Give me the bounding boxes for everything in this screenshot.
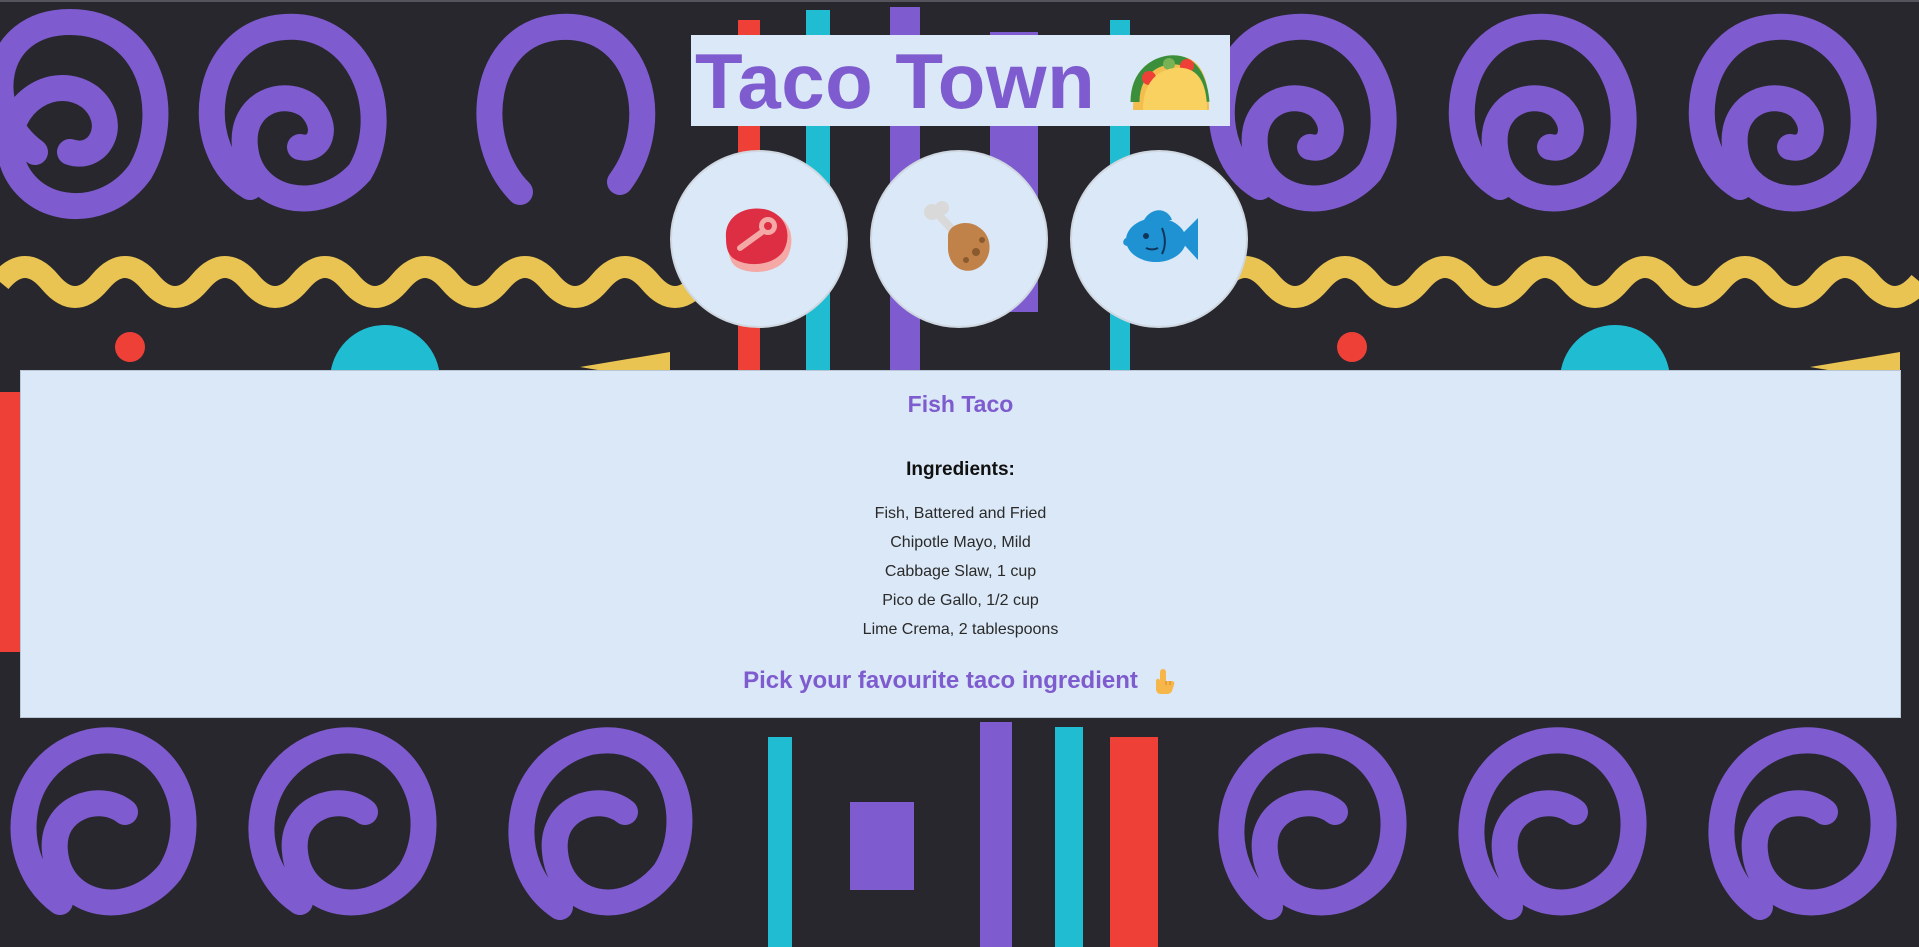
site-title: Taco Town bbox=[695, 36, 1096, 125]
meat-choice-button[interactable] bbox=[670, 150, 848, 328]
fish-choice-button[interactable] bbox=[1070, 150, 1248, 328]
recipe-title: Fish Taco bbox=[907, 391, 1014, 417]
pick-prompt: Pick your favourite taco ingredient bbox=[21, 667, 1900, 695]
pick-prompt-text: Pick your favourite taco ingredient bbox=[743, 667, 1138, 694]
page: Taco Town Fish Taco Ingredients: Fish, B… bbox=[0, 0, 1919, 947]
site-header: Taco Town bbox=[691, 35, 1230, 126]
ingredients-list: Fish, Battered and Fried Chipotle Mayo, … bbox=[21, 499, 1900, 644]
list-item: Cabbage Slaw, 1 cup bbox=[884, 563, 1037, 580]
fish-icon bbox=[1123, 210, 1198, 262]
pointing-up-hand-icon bbox=[1155, 669, 1175, 694]
meat-icon bbox=[725, 208, 792, 272]
ingredients-heading: Ingredients: bbox=[906, 459, 1015, 480]
ingredient-choices bbox=[670, 150, 1252, 330]
list-item: Chipotle Mayo, Mild bbox=[890, 534, 1031, 551]
poultry-leg-icon bbox=[924, 201, 990, 271]
list-item: Lime Crema, 2 tablespoons bbox=[862, 621, 1059, 638]
list-item: Pico de Gallo, 1/2 cup bbox=[882, 592, 1039, 609]
recipe-panel: Fish Taco Ingredients: Fish, Battered an… bbox=[20, 370, 1901, 718]
taco-icon bbox=[1130, 54, 1210, 110]
list-item: Fish, Battered and Fried bbox=[874, 505, 1047, 522]
chicken-choice-button[interactable] bbox=[870, 150, 1048, 328]
